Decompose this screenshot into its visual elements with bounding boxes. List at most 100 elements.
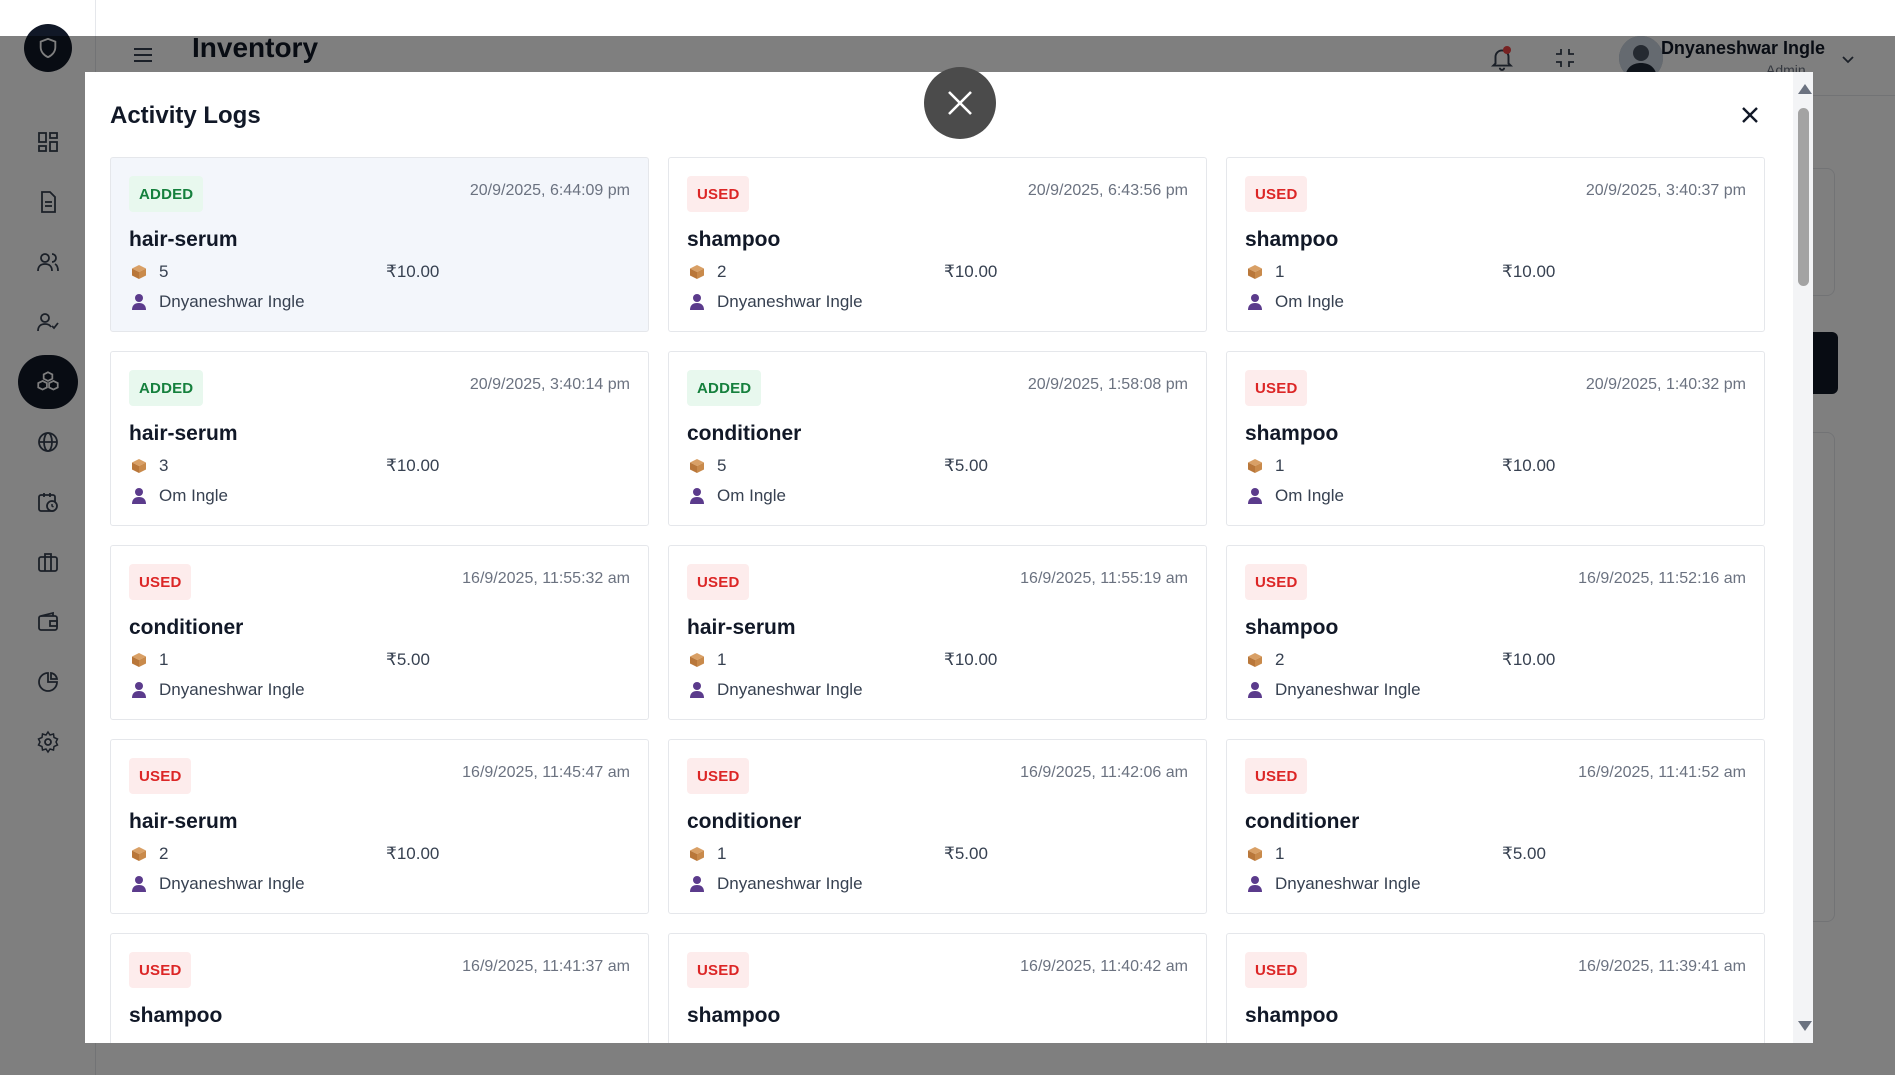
action-badge: USED [687,952,750,988]
activity-log-card: ADDED 20/9/2025, 6:44:09 pm hair-serum 5 ₹10… [110,157,649,332]
action-badge: ADDED [129,370,204,406]
item-name: conditioner [129,616,244,639]
quantity-row: 1 [687,650,726,670]
item-name: shampoo [1245,422,1339,445]
item-name: conditioner [1245,810,1360,833]
performed-by: Dnyaneshwar Ingle [717,874,863,893]
price-value: ₹10.00 [944,262,998,281]
action-badge: USED [129,564,192,600]
user-icon [1245,292,1265,312]
item-name: hair-serum [129,422,238,445]
package-icon [129,650,149,670]
quantity-row: 2 [687,262,726,282]
log-timestamp: 20/9/2025, 6:44:09 pm [469,182,630,199]
activity-log-card: USED 16/9/2025, 11:45:47 am hair-serum 2 ₹10… [110,739,649,914]
log-timestamp: 16/9/2025, 11:41:52 am [1578,764,1746,781]
activity-log-card: USED 16/9/2025, 11:41:37 am shampoo [110,933,649,1043]
user-row: Dnyaneshwar Ingle [1245,680,1421,700]
overlay-close-button[interactable] [924,67,996,139]
quantity-row: 1 [687,844,726,864]
performed-by: Om Ingle [717,486,786,505]
activity-log-card: USED 20/9/2025, 6:43:56 pm shampoo 2 ₹10.00 D… [668,157,1207,332]
scroll-down-arrow[interactable] [1798,1021,1812,1031]
user-icon [1245,680,1265,700]
item-name: hair-serum [129,228,238,251]
package-icon [129,262,149,282]
item-name: conditioner [687,810,802,833]
user-icon [129,486,149,506]
performed-by: Dnyaneshwar Ingle [159,680,305,699]
action-badge: USED [1245,370,1308,406]
action-badge: USED [129,952,192,988]
price-value: ₹10.00 [1502,650,1556,669]
log-timestamp: 20/9/2025, 1:40:32 pm [1585,376,1746,393]
performed-by: Dnyaneshwar Ingle [717,680,863,699]
package-icon [687,650,707,670]
package-icon [129,456,149,476]
item-name: hair-serum [687,616,796,639]
quantity-value: 2 [159,844,169,863]
item-name: shampoo [129,1004,223,1027]
item-name: shampoo [687,228,781,251]
activity-log-card: USED 16/9/2025, 11:55:19 am hair-serum 1 ₹10… [668,545,1207,720]
activity-log-card: USED 16/9/2025, 11:42:06 am conditioner 1 ₹5… [668,739,1207,914]
user-row: Om Ingle [687,486,786,506]
user-row: Om Ingle [1245,486,1344,506]
item-name: shampoo [1245,616,1339,639]
activity-log-grid: ADDED 20/9/2025, 6:44:09 pm hair-serum 5 ₹10… [110,157,1765,1043]
activity-log-card: USED 16/9/2025, 11:41:52 am conditioner 1 ₹5… [1226,739,1765,914]
action-badge: USED [1245,758,1308,794]
quantity-row: 1 [1245,262,1284,282]
scroll-thumb[interactable] [1798,108,1809,286]
user-row: Dnyaneshwar Ingle [687,292,863,312]
log-timestamp: 16/9/2025, 11:55:19 am [1020,570,1188,587]
log-timestamp: 16/9/2025, 11:42:06 am [1020,764,1188,781]
package-icon [1245,650,1265,670]
action-badge: USED [687,758,750,794]
price-value: ₹10.00 [1502,262,1556,281]
quantity-value: 1 [1275,456,1285,475]
quantity-row: 1 [1245,456,1284,476]
price-value: ₹5.00 [944,844,988,863]
user-icon [129,680,149,700]
user-icon [687,292,707,312]
item-name: shampoo [1245,1004,1339,1027]
log-timestamp: 20/9/2025, 6:43:56 pm [1027,182,1188,199]
user-icon [129,292,149,312]
performed-by: Om Ingle [159,486,228,505]
user-icon [687,874,707,894]
quantity-value: 1 [1275,262,1285,281]
price-value: ₹10.00 [1502,456,1556,475]
scrollbar[interactable] [1793,72,1813,1043]
activity-log-card: USED 20/9/2025, 3:40:37 pm shampoo 1 ₹10.00 O… [1226,157,1765,332]
activity-log-card: ADDED 20/9/2025, 1:58:08 pm conditioner 5 ₹5… [668,351,1207,526]
performed-by: Dnyaneshwar Ingle [159,292,305,311]
quantity-row: 2 [129,844,168,864]
package-icon [687,844,707,864]
log-timestamp: 20/9/2025, 3:40:14 pm [469,376,630,393]
item-name: shampoo [687,1004,781,1027]
quantity-value: 1 [159,650,169,669]
activity-log-card: USED 16/9/2025, 11:39:41 am shampoo [1226,933,1765,1043]
quantity-row: 1 [1245,844,1284,864]
quantity-row: 5 [687,456,726,476]
package-icon [1245,262,1265,282]
log-timestamp: 16/9/2025, 11:40:42 am [1020,958,1188,975]
user-row: Om Ingle [129,486,228,506]
user-icon [687,680,707,700]
activity-logs-modal: Activity Logs ADDED 20/9/2025, 6:44:09 pm… [85,72,1813,1043]
quantity-value: 2 [717,262,727,281]
modal-close-button[interactable] [1735,100,1765,130]
scroll-up-arrow[interactable] [1798,84,1812,94]
item-name: shampoo [1245,228,1339,251]
quantity-value: 5 [717,456,727,475]
user-row: Om Ingle [1245,292,1344,312]
user-row: Dnyaneshwar Ingle [687,874,863,894]
price-value: ₹10.00 [944,650,998,669]
performed-by: Om Ingle [1275,486,1344,505]
action-badge: USED [687,176,750,212]
package-icon [1245,456,1265,476]
price-value: ₹10.00 [386,844,440,863]
action-badge: ADDED [687,370,762,406]
price-value: ₹5.00 [386,650,430,669]
